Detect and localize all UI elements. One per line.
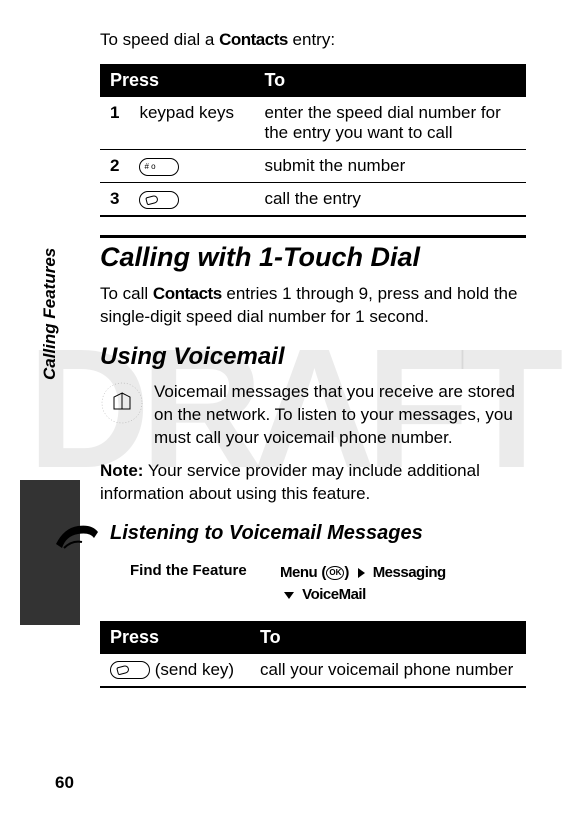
find-feature-value: Menu (OK) Messaging VoiceMail (280, 562, 446, 607)
table-header-row: Press To (100, 64, 526, 97)
speed-dial-table: Press To 1 keypad keys enter the speed d… (100, 64, 526, 217)
row-press (129, 183, 254, 217)
triangle-down-icon (284, 592, 294, 599)
listening-heading-row: Listening to Voicemail Messages (100, 518, 526, 556)
phone-icon (54, 518, 100, 556)
para-bold: Contacts (153, 284, 222, 303)
row-press: keypad keys (129, 97, 254, 150)
note: Note: Your service provider may include … (100, 460, 526, 506)
send-key-text: (send key) (150, 660, 234, 679)
voicemail-intro-block: Voicemail messages that you receive are … (100, 381, 526, 450)
network-feature-icon (100, 381, 144, 425)
heading-1touch: Calling with 1-Touch Dial (100, 235, 526, 273)
intro-prefix: To speed dial a (100, 30, 219, 49)
menu-item-voicemail: VoiceMail (302, 586, 366, 603)
table-row: 3 call the entry (100, 183, 526, 217)
voicemail-table: Press To (send key) call your voicemail … (100, 621, 526, 688)
row-to: enter the speed dial number for the entr… (254, 97, 526, 150)
find-feature-row: Find the Feature Menu (OK) Messaging Voi… (100, 562, 526, 607)
intro-bold: Contacts (219, 30, 288, 49)
row-to: call the entry (254, 183, 526, 217)
page-number: 60 (55, 773, 74, 793)
note-text: Your service provider may include additi… (100, 461, 480, 503)
send-key-icon (110, 661, 150, 679)
th-press: Press (100, 64, 254, 97)
send-key-icon (139, 191, 179, 209)
heading-listening: Listening to Voicemail Messages (110, 522, 423, 545)
intro-suffix: entry: (288, 30, 335, 49)
th-to: To (254, 64, 526, 97)
ok-button-icon: OK (326, 566, 344, 580)
row-num: 1 (100, 97, 129, 150)
menu-item-messaging: Messaging (373, 564, 446, 581)
heading-voicemail: Using Voicemail (100, 343, 526, 371)
row-press: (send key) (100, 654, 250, 687)
para-1touch: To call Contacts entries 1 through 9, pr… (100, 283, 526, 329)
voicemail-para: Voicemail messages that you receive are … (154, 381, 526, 450)
th-press: Press (100, 621, 250, 654)
table-row: 2 submit the number (100, 150, 526, 183)
row-to: submit the number (254, 150, 526, 183)
row-num: 3 (100, 183, 129, 217)
th-to: To (250, 621, 526, 654)
note-label: Note: (100, 461, 143, 480)
table-row: 1 keypad keys enter the speed dial numbe… (100, 97, 526, 150)
triangle-right-icon (358, 568, 365, 578)
intro-text: To speed dial a Contacts entry: (100, 30, 526, 50)
para-prefix: To call (100, 284, 153, 303)
row-press (129, 150, 254, 183)
row-num: 2 (100, 150, 129, 183)
find-feature-label: Find the Feature (130, 562, 280, 607)
table-row: (send key) call your voicemail phone num… (100, 654, 526, 687)
hash-key-icon (139, 158, 179, 176)
table-header-row: Press To (100, 621, 526, 654)
menu-label: Menu (280, 564, 317, 581)
page-content: To speed dial a Contacts entry: Press To… (0, 0, 581, 726)
row-to: call your voicemail phone number (250, 654, 526, 687)
